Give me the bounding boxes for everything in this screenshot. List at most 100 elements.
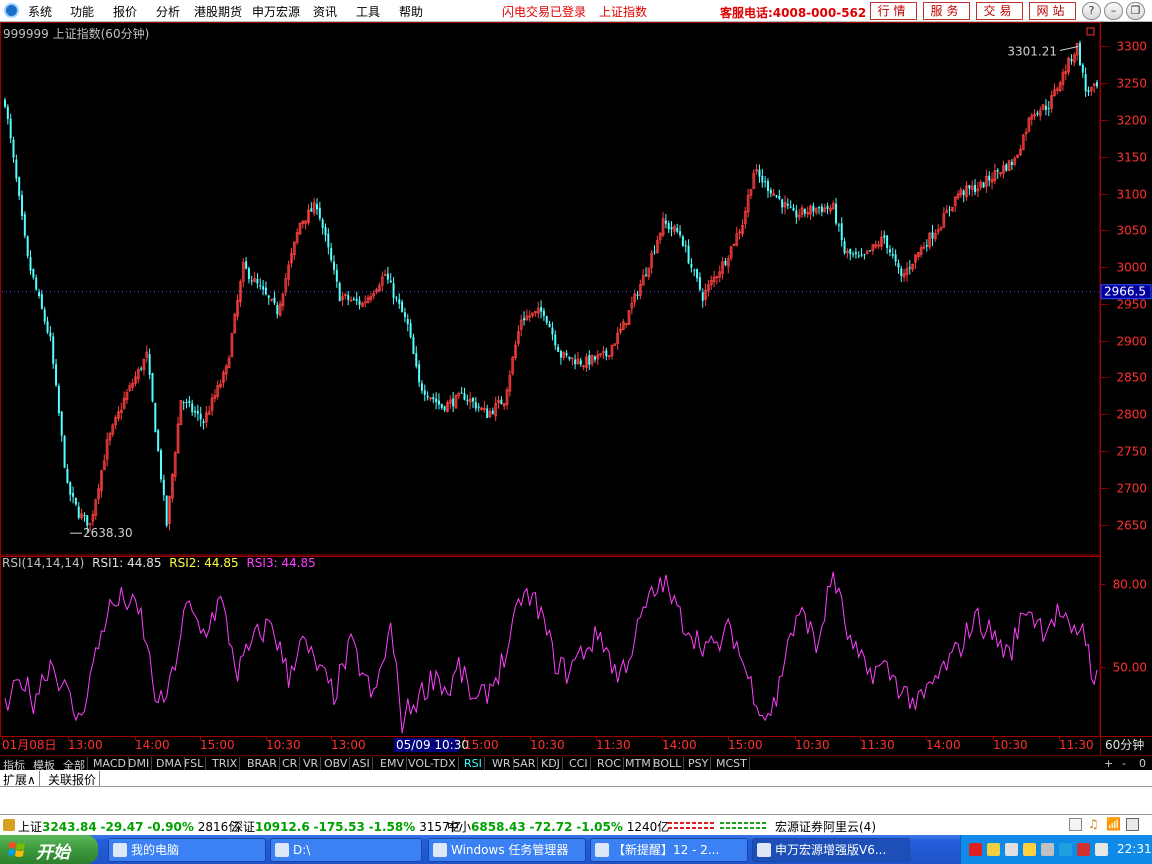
lock-icon[interactable] [3, 819, 15, 831]
tab-related-quotes[interactable]: 关联报价 [45, 771, 101, 788]
candle-body [1084, 74, 1087, 92]
candle-body [40, 294, 43, 309]
indicator-tab-dma[interactable]: DMA [156, 757, 185, 770]
network-icon[interactable] [969, 843, 982, 856]
candle-body [605, 350, 608, 357]
indicator-tab-kdj[interactable]: KDJ [541, 757, 563, 770]
candle-body [57, 385, 60, 414]
calculator-icon[interactable] [1126, 818, 1139, 831]
volume-icon[interactable] [1005, 843, 1018, 856]
trade-button[interactable]: 交易 [976, 2, 1023, 20]
indicator-tab-voltdx[interactable]: VOL-TDX [408, 757, 459, 770]
menu-analysis[interactable]: 分析 [156, 3, 180, 20]
indicator-tab-fsl[interactable]: FSL [184, 757, 207, 770]
current-index-label[interactable]: 上证指数 [599, 3, 647, 20]
task-my-computer[interactable]: 我的电脑 [108, 838, 266, 862]
candle-body [1078, 42, 1081, 66]
menu-function[interactable]: 功能 [70, 3, 94, 20]
indicator-tab-mtm[interactable]: MTM [625, 757, 654, 770]
zoom-in-button[interactable]: + [1104, 757, 1113, 770]
indicator-tab-roc[interactable]: ROC [597, 757, 624, 770]
candle-body [262, 286, 265, 290]
indicator-tab-cr[interactable]: CR [282, 757, 301, 770]
candle-body [420, 383, 423, 391]
candle-body [196, 410, 199, 414]
security-icon[interactable] [987, 843, 1000, 856]
antivirus-icon[interactable] [1077, 843, 1090, 856]
indicator-tab-obv[interactable]: OBV [324, 757, 351, 770]
chart-canvas[interactable]: 2650 2700 2750 2800 2850 2900 2950 3000 3050 3100… [0, 22, 1152, 755]
index-status-bar: 上证3243.84 -29.47 -0.90% 2816亿 深证10912.6 … [0, 814, 1152, 835]
restore-icon[interactable]: ❐ [1126, 2, 1145, 20]
indicator-tab-brar[interactable]: BRAR [247, 757, 280, 770]
indicator-tab-trix[interactable]: TRIX [212, 757, 241, 770]
update-icon[interactable] [1059, 843, 1072, 856]
antenna-icon[interactable]: 📶 [1106, 818, 1121, 831]
help-icon[interactable]: ? [1082, 2, 1101, 20]
tab-extension[interactable]: 扩展∧ [0, 771, 40, 788]
task-drive-d[interactable]: D:\ [270, 838, 422, 862]
candle-body [789, 206, 792, 208]
menu-tools[interactable]: 工具 [356, 3, 380, 20]
quotes-button[interactable]: 行情 [870, 2, 917, 20]
reset-button[interactable]: 0 [1139, 757, 1146, 770]
app-logo-icon[interactable] [4, 3, 19, 18]
zoom-out-button[interactable]: - [1122, 757, 1126, 770]
indicator-tab-mcst[interactable]: MCST [716, 757, 750, 770]
menu-hk-futures[interactable]: 港股期货 [194, 3, 242, 20]
flash-trade-status[interactable]: 闪电交易已登录 [502, 3, 586, 20]
index-sme[interactable]: 中小6858.43 -72.72 -1.05% 1240亿 [447, 818, 669, 835]
window-icon[interactable] [1069, 818, 1082, 831]
indicator-tab-rsi[interactable]: RSI [464, 757, 485, 770]
rsi-tick-label: 50.00 [1113, 661, 1147, 675]
candle-body [551, 327, 554, 335]
index-sz[interactable]: 深证10912.6 -175.53 -1.58% 3157亿 [231, 818, 462, 835]
high-marker-line [1059, 46, 1079, 51]
tray-app-icon[interactable] [1023, 843, 1036, 856]
website-button[interactable]: 网站 [1029, 2, 1076, 20]
rsi1-line [4, 571, 1098, 734]
task-shenwan-app[interactable]: 申万宏源增强版V6... [752, 838, 910, 862]
clock[interactable]: 22:31 [1117, 842, 1152, 856]
candle-body [792, 207, 795, 211]
indicator-tab-vr[interactable]: VR [303, 757, 322, 770]
candle-body [645, 274, 648, 276]
menu-info[interactable]: 资讯 [313, 3, 337, 20]
broker-server[interactable]: 宏源证券阿里云(4) [775, 818, 876, 835]
service-button[interactable]: 服务 [923, 2, 970, 20]
task-label: 【新提醒】12 - 2... [613, 843, 720, 857]
task-task-manager[interactable]: Windows 任务管理器 [428, 838, 586, 862]
candle-body [474, 402, 477, 409]
indicator-tab-emv[interactable]: EMV [380, 757, 407, 770]
bell-icon[interactable]: ♫ [1088, 818, 1101, 831]
candle-body [900, 268, 903, 276]
qq-icon[interactable] [1095, 843, 1108, 856]
menu-quote[interactable]: 报价 [113, 3, 137, 20]
indicator-tab-sar[interactable]: SAR [513, 757, 539, 770]
indicator-tab-cci[interactable]: CCI [569, 757, 591, 770]
start-button[interactable]: 开始 [0, 835, 98, 864]
menu-help[interactable]: 帮助 [399, 3, 423, 20]
chart-area[interactable]: 2650 2700 2750 2800 2850 2900 2950 3000 3050 3100… [0, 22, 1152, 755]
minimize-icon[interactable]: – [1104, 2, 1123, 20]
menu-system[interactable]: 系统 [28, 3, 52, 20]
price-tick-label: 3100 [1116, 188, 1147, 202]
candle-body [273, 297, 276, 304]
service-hotline: 客服电话:4008-000-562 [720, 6, 867, 20]
indicator-tab-macd[interactable]: MACD [93, 757, 129, 770]
candle-body [636, 294, 639, 296]
candle-body [843, 241, 846, 254]
index-sme-value: 6858.43 [471, 820, 526, 834]
printer-icon[interactable] [1041, 843, 1054, 856]
menu-shenwan[interactable]: 申万宏源 [252, 3, 300, 20]
indicator-tab-dmi[interactable]: DMI [128, 757, 153, 770]
indicator-tab-boll[interactable]: BOLL [653, 757, 685, 770]
indicator-tab-asi[interactable]: ASI [352, 757, 373, 770]
index-sh[interactable]: 上证3243.84 -29.47 -0.90% 2816亿 [18, 818, 240, 835]
task-browser[interactable]: 【新提醒】12 - 2... [590, 838, 748, 862]
breadth-bar [704, 822, 708, 824]
indicator-tab-psy[interactable]: PSY [688, 757, 712, 770]
index-sme-name: 中小 [447, 820, 472, 834]
candle-body [486, 408, 489, 419]
indicator-tab-wr[interactable]: WR [492, 757, 514, 770]
